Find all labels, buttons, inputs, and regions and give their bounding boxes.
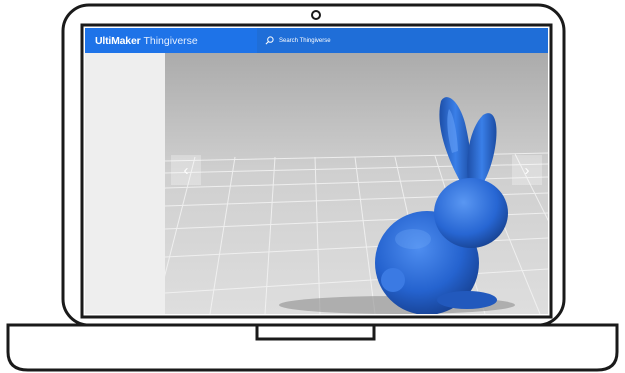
search-placeholder: Search Thingiverse <box>279 37 331 44</box>
next-image-button[interactable]: › <box>512 155 542 185</box>
model-viewport <box>165 53 548 314</box>
search-bar[interactable]: Search Thingiverse <box>257 28 548 53</box>
laptop-illustration: UltiMaker Thingiverse Search Thingiverse <box>0 0 625 373</box>
brand-name-thingiverse: Thingiverse <box>143 34 198 47</box>
brand-logo[interactable]: UltiMaker Thingiverse <box>85 28 257 53</box>
browser-screen: UltiMaker Thingiverse Search Thingiverse <box>85 28 548 314</box>
webcam-icon <box>311 10 321 20</box>
top-nav-bar: UltiMaker Thingiverse Search Thingiverse <box>85 28 548 53</box>
chevron-left-icon: ‹ <box>183 161 189 179</box>
brand-name-ultimaker: UltiMaker <box>95 34 141 47</box>
previous-image-button[interactable]: ‹ <box>171 155 201 185</box>
sidebar-panel <box>85 53 165 314</box>
model-viewer[interactable]: ‹ › <box>165 53 548 314</box>
chevron-right-icon: › <box>524 161 530 179</box>
search-icon <box>265 36 274 45</box>
